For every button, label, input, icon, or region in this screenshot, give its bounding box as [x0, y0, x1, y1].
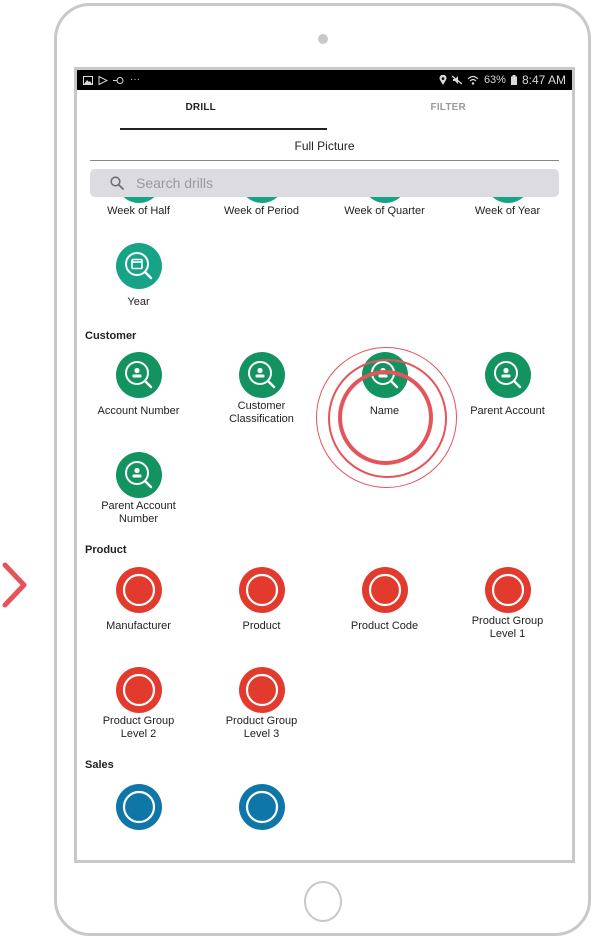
- home-button[interactable]: [304, 881, 342, 922]
- product-ring-icon: [484, 567, 531, 613]
- customer-row-2: Parent Account Number: [77, 452, 572, 526]
- search-icon: [110, 176, 124, 190]
- tab-drill[interactable]: DRILL: [77, 90, 325, 130]
- cast-icon: [113, 76, 124, 84]
- drill-item-week-of-quarter[interactable]: Week of Quarter: [323, 197, 446, 218]
- section-title-sales: Sales: [85, 759, 114, 771]
- drill-item-label: Week of Half: [107, 205, 170, 217]
- calendar-search-icon: [115, 243, 162, 289]
- drill-item-product-group-level-1[interactable]: Product Group Level 1: [446, 567, 569, 641]
- drill-item-label: Name: [369, 405, 400, 417]
- product-row-2: Product Group Level 2 Product Group Level 3: [77, 667, 572, 741]
- calendar-search-icon: [115, 197, 162, 203]
- drill-item-sales-0[interactable]: [77, 784, 200, 830]
- drill-item-label: Week of Period: [223, 205, 299, 217]
- sales-icon: [115, 784, 162, 830]
- drill-item-label: Product Group Level 1: [471, 615, 544, 640]
- more-icon: ···: [130, 74, 140, 85]
- section-title-customer: Customer: [85, 330, 137, 342]
- chevron-right-icon: [2, 562, 27, 608]
- section-title-product: Product: [85, 544, 127, 556]
- image-icon: [83, 75, 93, 85]
- product-ring-icon: [361, 567, 408, 613]
- calendar-search-icon: [238, 197, 285, 203]
- battery-percent: 63%: [483, 74, 506, 86]
- tab-bar: DRILL FILTER: [77, 90, 572, 130]
- play-icon: [98, 75, 108, 85]
- search-input[interactable]: [134, 174, 438, 192]
- drill-item-manufacturer[interactable]: Manufacturer: [77, 567, 200, 641]
- drill-item-week-of-year[interactable]: Week of Year: [446, 197, 569, 218]
- drill-item-label: Week of Quarter: [344, 205, 425, 217]
- customer-row-1: Account Number Customer Classification Name…: [77, 352, 572, 426]
- drill-item-label: Product Group Level 3: [225, 715, 298, 740]
- sales-row-1: [77, 784, 572, 830]
- battery-icon: [510, 75, 517, 85]
- clock: 8:47 AM: [521, 73, 566, 87]
- person-search-icon: [115, 352, 162, 398]
- tab-filter[interactable]: FILTER: [325, 90, 573, 130]
- product-ring-icon: [115, 567, 162, 613]
- app-screen: ··· 63% 8:47 AM DRILL FILTER Full Pictur…: [74, 67, 575, 863]
- active-tab-indicator: [120, 128, 327, 130]
- product-ring-icon: [238, 567, 285, 613]
- time-row: Year: [77, 243, 572, 309]
- drill-item-label: Parent Account: [470, 405, 545, 417]
- drill-item-label: Parent Account Number: [101, 500, 176, 525]
- drill-item-product[interactable]: Product: [200, 567, 323, 641]
- drill-item-label: Manufacturer: [106, 620, 171, 632]
- person-search-icon: [238, 352, 285, 398]
- person-search-icon: [484, 352, 531, 398]
- tablet-camera: [318, 34, 328, 44]
- mute-icon: [451, 75, 462, 85]
- drill-item-label: Week of Year: [474, 205, 541, 217]
- drill-item-account-number[interactable]: Account Number: [77, 352, 200, 426]
- status-bar: ··· 63% 8:47 AM: [77, 70, 572, 90]
- time-row-partial: Week of Half Week of Period Week of Quar…: [77, 197, 572, 218]
- drill-item-product-code[interactable]: Product Code: [323, 567, 446, 641]
- drill-item-name[interactable]: Name: [323, 352, 446, 426]
- product-ring-icon: [238, 667, 285, 713]
- page-subtitle: Full Picture: [90, 130, 559, 161]
- product-ring-icon: [115, 667, 162, 713]
- drill-item-label: Product Group Level 2: [102, 715, 175, 740]
- drill-item-label: Customer Classification: [229, 400, 294, 425]
- product-row-1: Manufacturer Product Product Code Product G…: [77, 567, 572, 641]
- drill-item-customer-classification[interactable]: Customer Classification: [200, 352, 323, 426]
- search-bar[interactable]: [90, 169, 559, 197]
- drill-item-product-group-level-2[interactable]: Product Group Level 2: [77, 667, 200, 741]
- drill-item-label: Account Number: [97, 405, 180, 417]
- drill-item-week-of-half[interactable]: Week of Half: [77, 197, 200, 218]
- drill-list[interactable]: Week of Half Week of Period Week of Quar…: [77, 197, 572, 837]
- person-search-icon: [115, 452, 162, 498]
- drill-item-parent-account[interactable]: Parent Account: [446, 352, 569, 426]
- sales-icon: [238, 784, 285, 830]
- wifi-icon: [467, 75, 479, 85]
- drill-item-parent-account-number[interactable]: Parent Account Number: [77, 452, 200, 526]
- drill-item-product-group-level-3[interactable]: Product Group Level 3: [200, 667, 323, 741]
- drill-item-year[interactable]: Year: [77, 243, 200, 309]
- drill-item-label: Product Code: [350, 620, 419, 632]
- drill-item-week-of-period[interactable]: Week of Period: [200, 197, 323, 218]
- calendar-search-icon: [484, 197, 531, 203]
- calendar-search-icon: [361, 197, 408, 203]
- drill-item-label: Product: [242, 620, 281, 632]
- drill-item-sales-1[interactable]: [200, 784, 323, 830]
- drill-item-label: Year: [127, 296, 150, 308]
- person-search-icon: [361, 352, 408, 398]
- location-icon: [439, 75, 447, 85]
